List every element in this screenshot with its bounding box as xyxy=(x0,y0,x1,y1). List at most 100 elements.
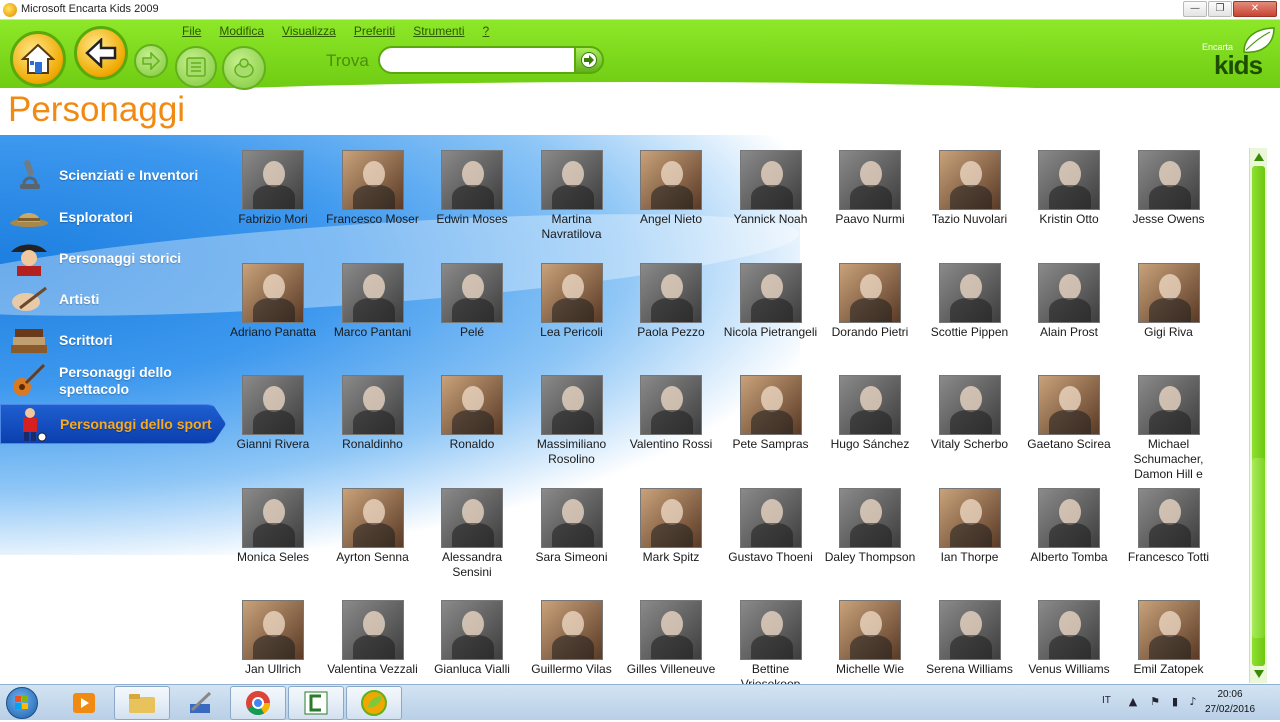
person-name[interactable]: Mark Spitz xyxy=(622,550,720,565)
person-name[interactable]: Ayrton Senna xyxy=(324,550,422,565)
person-photo[interactable] xyxy=(441,600,503,660)
person-photo[interactable] xyxy=(441,150,503,210)
person-photo[interactable] xyxy=(540,150,603,210)
person-tile[interactable]: Yannick Noah xyxy=(722,150,820,262)
search-go-button[interactable] xyxy=(574,46,604,74)
person-name[interactable]: Edwin Moses xyxy=(423,212,521,227)
person-name[interactable]: Michelle Wie xyxy=(821,662,919,677)
person-photo[interactable] xyxy=(640,375,702,435)
tools-button[interactable] xyxy=(222,46,266,90)
person-photo[interactable] xyxy=(341,600,404,660)
person-photo[interactable] xyxy=(242,487,304,548)
person-name[interactable]: Gustavo Thoeni xyxy=(722,550,820,565)
person-tile[interactable]: Ronaldo xyxy=(423,375,521,487)
person-photo[interactable] xyxy=(341,150,404,210)
person-photo[interactable] xyxy=(242,262,304,323)
person-tile[interactable]: Paola Pezzo xyxy=(622,262,720,375)
person-photo[interactable] xyxy=(938,262,1001,323)
person-photo[interactable] xyxy=(1137,150,1200,210)
person-tile[interactable]: Ayrton Senna xyxy=(324,487,422,600)
scrollbar-thumb[interactable] xyxy=(1252,458,1265,638)
person-photo[interactable] xyxy=(242,150,304,210)
menu-modifica[interactable]: Modifica xyxy=(219,24,264,40)
person-tile[interactable]: Angel Nieto xyxy=(622,150,720,262)
person-tile[interactable]: Alberto Tomba xyxy=(1020,487,1118,600)
person-name[interactable]: Gaetano Scirea xyxy=(1020,437,1118,452)
person-name[interactable]: Lea Pericoli xyxy=(523,325,621,340)
person-name[interactable]: Massimiliano Rosolino xyxy=(523,437,621,467)
category-scienziati[interactable]: Scienziati e Inventori xyxy=(0,156,226,194)
person-photo[interactable] xyxy=(1137,487,1200,548)
scrollbar-track[interactable] xyxy=(1252,166,1265,666)
category-spettacolo[interactable]: Personaggi dello spettacolo xyxy=(0,362,226,400)
person-name[interactable]: Gianluca Vialli xyxy=(423,662,521,677)
person-name[interactable]: Paola Pezzo xyxy=(622,325,720,340)
person-name[interactable]: Alain Prost xyxy=(1020,325,1118,340)
person-photo[interactable] xyxy=(540,262,603,323)
home-button[interactable] xyxy=(10,31,66,87)
person-tile[interactable]: Ronaldinho xyxy=(324,375,422,487)
close-button[interactable]: ✕ xyxy=(1233,1,1277,17)
person-tile[interactable]: Jan Ullrich xyxy=(224,600,322,684)
person-name[interactable]: Hugo Sánchez xyxy=(821,437,919,452)
person-name[interactable]: Emil Zatopek xyxy=(1120,662,1218,677)
person-tile[interactable]: Bettine Vriesekoop xyxy=(722,600,820,684)
person-photo[interactable] xyxy=(640,487,702,548)
clock-time[interactable]: 20:06 xyxy=(1200,689,1260,700)
person-tile[interactable]: Serena Williams xyxy=(921,600,1019,684)
maximize-button[interactable]: ❐ xyxy=(1208,1,1232,17)
person-tile[interactable]: Scottie Pippen xyxy=(921,262,1019,375)
person-name[interactable]: Venus Williams xyxy=(1020,662,1118,677)
person-tile[interactable]: Marco Pantani xyxy=(324,262,422,375)
person-tile[interactable]: Paavo Nurmi xyxy=(821,150,919,262)
person-photo[interactable] xyxy=(540,375,603,435)
person-photo[interactable] xyxy=(341,487,404,548)
person-name[interactable]: Martina Navratilova xyxy=(523,212,621,242)
menu-help[interactable]: ? xyxy=(483,24,490,40)
person-name[interactable]: Ronaldo xyxy=(423,437,521,452)
person-name[interactable]: Kristin Otto xyxy=(1020,212,1118,227)
person-photo[interactable] xyxy=(739,600,802,660)
scroll-up-button[interactable] xyxy=(1250,150,1268,164)
person-name[interactable]: Francesco Moser xyxy=(324,212,422,227)
person-tile[interactable]: Valentino Rossi xyxy=(622,375,720,487)
person-name[interactable]: Paavo Nurmi xyxy=(821,212,919,227)
person-tile[interactable]: Michelle Wie xyxy=(821,600,919,684)
show-hidden-icons-icon[interactable]: ▲ xyxy=(1126,695,1140,709)
person-tile[interactable]: Gaetano Scirea xyxy=(1020,375,1118,487)
person-tile[interactable]: Ian Thorpe xyxy=(921,487,1019,600)
person-photo[interactable] xyxy=(1137,375,1200,435)
person-photo[interactable] xyxy=(739,487,802,548)
person-name[interactable]: Angel Nieto xyxy=(622,212,720,227)
person-name[interactable]: Bettine Vriesekoop xyxy=(722,662,820,684)
category-sport[interactable]: Personaggi dello sport xyxy=(0,404,226,444)
person-photo[interactable] xyxy=(640,600,702,660)
person-photo[interactable] xyxy=(938,600,1001,660)
taskbar-tools[interactable] xyxy=(172,686,228,720)
taskbar-file-explorer[interactable] xyxy=(114,686,170,720)
person-name[interactable]: Alberto Tomba xyxy=(1020,550,1118,565)
person-name[interactable]: Michael Schumacher, Damon Hill e xyxy=(1120,437,1218,482)
person-tile[interactable]: Francesco Moser xyxy=(324,150,422,262)
person-tile[interactable]: Venus Williams xyxy=(1020,600,1118,684)
person-name[interactable]: Ronaldinho xyxy=(324,437,422,452)
person-tile[interactable]: Gilles Villeneuve xyxy=(622,600,720,684)
person-photo[interactable] xyxy=(441,375,503,435)
person-tile[interactable]: Michael Schumacher, Damon Hill e xyxy=(1120,375,1218,487)
person-photo[interactable] xyxy=(839,150,901,210)
person-photo[interactable] xyxy=(839,600,901,660)
person-name[interactable]: Vitaly Scherbo xyxy=(921,437,1019,452)
person-name[interactable]: Gilles Villeneuve xyxy=(622,662,720,677)
person-photo[interactable] xyxy=(938,487,1001,548)
category-scrittori[interactable]: Scrittori xyxy=(0,321,226,359)
menu-visualizza[interactable]: Visualizza xyxy=(282,24,336,40)
person-tile[interactable]: Edwin Moses xyxy=(423,150,521,262)
taskbar-encarta-kids[interactable] xyxy=(346,686,402,720)
person-photo[interactable] xyxy=(839,262,901,323)
person-tile[interactable]: Alessandra Sensini xyxy=(423,487,521,600)
back-button[interactable] xyxy=(74,26,128,80)
person-name[interactable]: Scottie Pippen xyxy=(921,325,1019,340)
person-tile[interactable]: Gianluca Vialli xyxy=(423,600,521,684)
person-name[interactable]: Jan Ullrich xyxy=(224,662,322,677)
person-name[interactable]: Adriano Panatta xyxy=(224,325,322,340)
